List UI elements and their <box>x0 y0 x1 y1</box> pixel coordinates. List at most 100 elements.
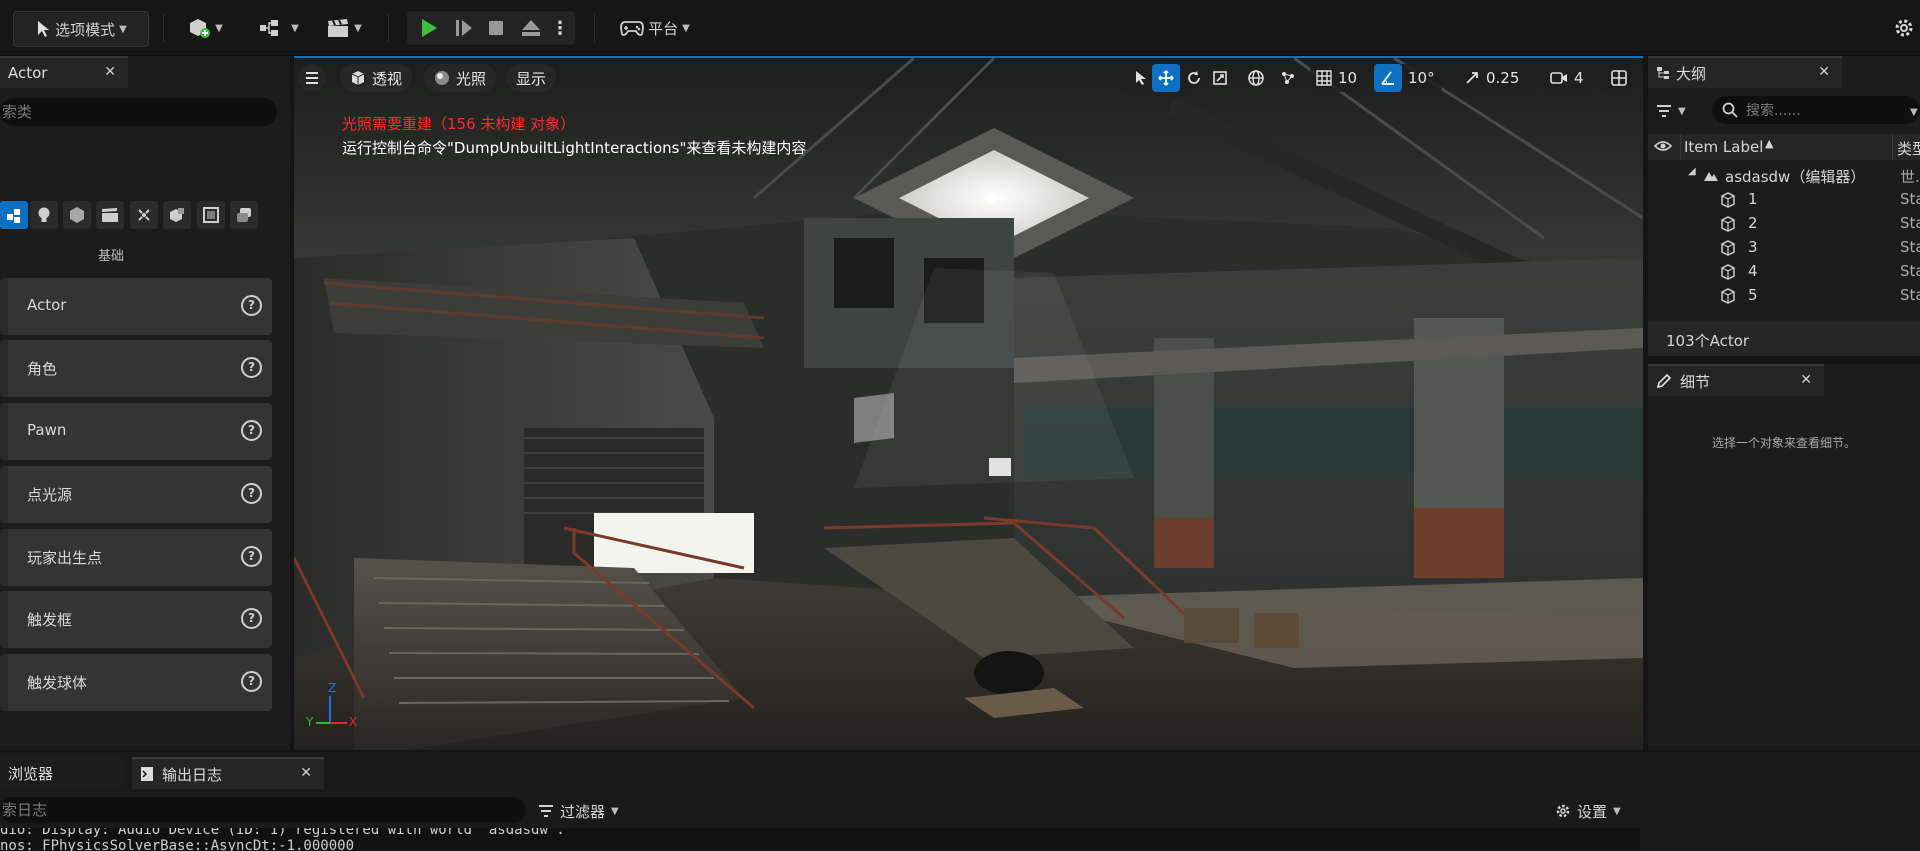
level-viewport[interactable]: 透视 光照 显示 10 10° 0.25 4 光照需要重建（156 未构建 对象… <box>294 58 1643 750</box>
stop-button[interactable] <box>480 11 512 45</box>
search-placeholder: 搜索...... <box>1746 103 1801 119</box>
rotate-tool-icon[interactable] <box>1180 64 1208 92</box>
list-item[interactable]: Pawn ? <box>0 403 272 460</box>
filter-dropdown-button[interactable]: ▼ <box>1656 98 1704 124</box>
select-tool-icon[interactable] <box>1127 64 1155 92</box>
list-item[interactable]: Actor ? <box>0 278 272 335</box>
chevron-down-icon: ▼ <box>119 23 127 35</box>
column-header-item-label[interactable]: Item Label <box>1684 138 1763 156</box>
blueprint-icon <box>259 18 287 38</box>
chevron-down-icon[interactable]: ▼ <box>1910 104 1918 119</box>
settings-label: 设置 <box>1577 802 1608 821</box>
filter-label: 过滤器 <box>560 802 606 821</box>
list-item[interactable]: 触发球体 ? <box>0 654 272 711</box>
filter-button[interactable]: 过滤器 ▼ <box>538 798 619 824</box>
outliner-world-row[interactable]: ◢ asdasdw（编辑器） 世... <box>1648 164 1920 188</box>
scale-tool-icon[interactable] <box>1206 64 1234 92</box>
table-row[interactable]: 4 Sta <box>1648 260 1920 284</box>
close-icon[interactable]: ✕ <box>300 765 312 781</box>
mode-select-button[interactable]: 选项模式 ▼ <box>13 11 149 47</box>
details-empty-message: 选择一个对象来查看细节。 <box>1711 436 1856 450</box>
move-tool-icon[interactable] <box>1152 64 1180 92</box>
close-icon[interactable]: ✕ <box>1818 64 1830 80</box>
close-icon[interactable]: ✕ <box>1800 372 1812 388</box>
viewport-layout-icon[interactable] <box>1605 64 1633 92</box>
outliner-search-input[interactable]: 搜索...... <box>1712 96 1920 124</box>
cinematics-button[interactable]: ▼ <box>318 11 370 45</box>
help-icon[interactable]: ? <box>241 546 262 567</box>
column-header-type[interactable]: 类型 <box>1897 138 1920 159</box>
surface-snapping-icon[interactable] <box>1274 64 1302 92</box>
help-icon[interactable]: ? <box>241 357 262 378</box>
list-item[interactable]: 角色 ? <box>0 340 272 397</box>
step-forward-button[interactable] <box>447 11 481 45</box>
row-type: Sta <box>1900 214 1920 232</box>
log-output: dio: Display: Audio Device (ID: 1) regis… <box>0 828 1640 851</box>
world-name: asdasdw（编辑器） <box>1725 168 1866 186</box>
table-row[interactable]: 3 Sta <box>1648 236 1920 260</box>
table-row[interactable]: 1 Sta <box>1648 188 1920 212</box>
tab-label: Actor <box>8 64 48 82</box>
blueprint-button[interactable]: ▼ <box>250 11 308 45</box>
help-icon[interactable]: ? <box>241 671 262 692</box>
all-classes-icon[interactable] <box>197 201 225 229</box>
tab-label: 细节 <box>1680 372 1711 391</box>
static-mesh-icon <box>1721 288 1735 304</box>
category-heading: 基础 <box>97 249 124 264</box>
search-input[interactable]: 索类 <box>0 98 277 126</box>
platforms-button[interactable]: 平台 ▼ <box>612 11 698 45</box>
bottom-panel: 浏览器 输出日志 ✕ 索日志 过滤器 ▼ 设置 ▼ dio: Display: … <box>0 752 1920 851</box>
eject-button[interactable] <box>514 11 548 45</box>
play-options-more-icon[interactable]: ⋮ <box>550 11 570 45</box>
tab-content-browser[interactable]: 浏览器 <box>0 757 122 789</box>
cube-icon <box>350 70 366 86</box>
list-item[interactable]: 玩家出生点 ? <box>0 529 272 586</box>
log-search-input[interactable]: 索日志 <box>0 797 526 823</box>
add-actor-button[interactable]: ▼ <box>180 11 230 45</box>
row-type: Sta <box>1900 262 1920 280</box>
help-icon[interactable]: ? <box>241 295 262 316</box>
chevron-down-icon: ▼ <box>354 22 362 34</box>
world-local-icon[interactable] <box>1242 64 1270 92</box>
view-mode-lit-button[interactable]: 光照 <box>424 64 497 92</box>
item-label: 点光源 <box>27 486 73 504</box>
visual-effects-icon[interactable] <box>130 201 158 229</box>
viewport-focus-bar <box>294 56 1643 58</box>
rotation-snap-control[interactable]: 10° <box>1374 64 1442 92</box>
viewport-menu-button[interactable] <box>298 64 326 92</box>
camera-speed-control[interactable]: 4 <box>1544 64 1590 92</box>
list-item[interactable]: 触发框 ? <box>0 591 272 648</box>
tab-output-log[interactable]: 输出日志 ✕ <box>132 757 324 789</box>
shapes-cube-icon[interactable] <box>63 201 91 229</box>
axis-x-label: X <box>349 715 358 729</box>
actor-list: Actor ? 角色 ? Pawn ? 点光源 ? 玩家出生点 ? 触发框 ? … <box>0 278 272 718</box>
settings-button[interactable] <box>1890 11 1918 45</box>
grid-snap-control[interactable]: 10 <box>1310 64 1370 92</box>
list-item[interactable]: 点光源 ? <box>0 466 272 523</box>
cinematic-icon[interactable] <box>96 201 124 229</box>
lightbulb-icon[interactable] <box>30 201 58 229</box>
help-icon[interactable]: ? <box>241 483 262 504</box>
log-settings-button[interactable]: 设置 ▼ <box>1555 798 1621 824</box>
expand-arrow-icon[interactable]: ◢ <box>1688 166 1696 177</box>
close-icon[interactable]: ✕ <box>104 64 116 80</box>
volumes-icon[interactable] <box>163 201 191 229</box>
lighting-hint: 运行控制台命令"DumpUnbuiltLightInteractions"来查看… <box>342 139 807 157</box>
visibility-eye-icon[interactable] <box>1654 139 1672 153</box>
table-row[interactable]: 2 Sta <box>1648 212 1920 236</box>
play-button[interactable] <box>411 11 447 45</box>
category-basic-icon[interactable] <box>0 201 28 229</box>
tab-details[interactable]: 细节 ✕ <box>1648 364 1824 396</box>
table-row[interactable]: 5 Sta <box>1648 284 1920 308</box>
outliner-panel: 大纲 ✕ ▼ 搜索...... ▼ Item Label ▲ 类型 ◢ asda… <box>1648 56 1920 356</box>
item-label: 玩家出生点 <box>27 549 103 567</box>
scale-snap-control[interactable]: 0.25 <box>1458 64 1536 92</box>
help-icon[interactable]: ? <box>241 608 262 629</box>
show-button[interactable]: 显示 <box>506 64 557 92</box>
perspective-button[interactable]: 透视 <box>340 64 413 92</box>
column-divider <box>1680 134 1681 160</box>
help-icon[interactable]: ? <box>241 420 262 441</box>
tab-place-actors[interactable]: Actor ✕ <box>0 56 128 88</box>
tab-outliner[interactable]: 大纲 ✕ <box>1648 56 1842 88</box>
recent-icon[interactable] <box>230 201 258 229</box>
